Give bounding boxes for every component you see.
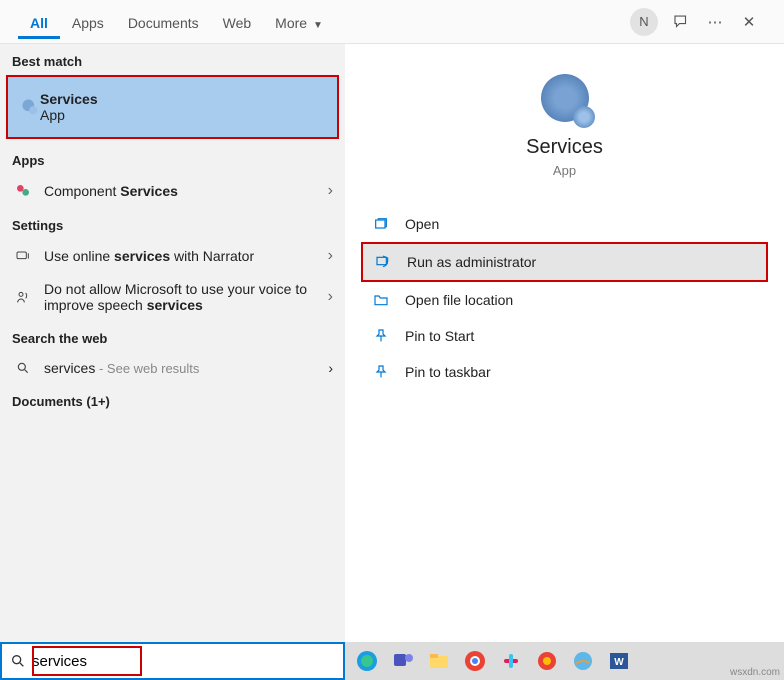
taskbar: W (345, 642, 784, 680)
group-apps: Apps (0, 143, 345, 174)
action-pin-taskbar[interactable]: Pin to taskbar (361, 354, 768, 390)
taskbar-chrome-icon[interactable] (459, 645, 491, 677)
open-icon (369, 216, 393, 232)
action-run-as-admin[interactable]: Run as administrator (361, 242, 768, 282)
narrator-icon (12, 248, 34, 264)
result-narrator-services[interactable]: Use online services with Narrator › (0, 239, 345, 273)
top-tabs: All Apps Documents Web More ▼ N ⋯ ✕ (0, 0, 784, 44)
admin-icon (371, 254, 395, 270)
result-speech-services[interactable]: Do not allow Microsoft to use your voice… (0, 273, 345, 321)
speech-icon (12, 289, 34, 305)
best-match-result[interactable]: Services App (6, 75, 339, 139)
taskbar-app-icon[interactable] (531, 645, 563, 677)
more-options-icon[interactable]: ⋯ (698, 5, 732, 39)
group-documents: Documents (1+) (0, 384, 345, 415)
tab-all[interactable]: All (18, 5, 60, 39)
gear-icon (20, 97, 40, 117)
chevron-right-icon: › (328, 288, 333, 306)
taskbar-edge-icon[interactable] (351, 645, 383, 677)
taskbar-word-icon[interactable]: W (603, 645, 635, 677)
svg-text:W: W (614, 657, 624, 668)
best-match-sub: App (40, 107, 98, 123)
results-panel: Best match Services App Apps Component S… (0, 44, 345, 642)
detail-panel: Services App Open Run as administrator O… (345, 44, 784, 642)
action-open[interactable]: Open (361, 206, 768, 242)
search-icon (10, 653, 26, 669)
taskbar-explorer-icon[interactable] (423, 645, 455, 677)
tab-apps[interactable]: Apps (60, 5, 116, 39)
chevron-right-icon: › (328, 247, 333, 265)
action-pin-start[interactable]: Pin to Start (361, 318, 768, 354)
detail-app-icon (345, 74, 784, 122)
tab-more[interactable]: More ▼ (263, 5, 335, 39)
search-icon (12, 361, 34, 375)
tab-documents[interactable]: Documents (116, 5, 211, 39)
detail-title: Services (345, 136, 784, 159)
result-component-services[interactable]: Component Services › (0, 174, 345, 208)
user-avatar[interactable]: N (630, 8, 658, 36)
group-settings: Settings (0, 208, 345, 239)
chevron-right-icon: › (328, 182, 333, 200)
group-best-match: Best match (0, 44, 345, 75)
component-icon (12, 183, 34, 199)
taskbar-teams-icon[interactable] (387, 645, 419, 677)
pin-icon (369, 328, 393, 344)
detail-sub: App (345, 163, 784, 178)
action-open-file-location[interactable]: Open file location (361, 282, 768, 318)
taskbar-app-icon[interactable] (567, 645, 599, 677)
search-bar[interactable] (0, 642, 345, 680)
search-input[interactable] (32, 653, 335, 670)
chevron-right-icon: › (328, 360, 333, 376)
group-search-web: Search the web (0, 321, 345, 352)
result-web-search[interactable]: services - See web results › (0, 352, 345, 384)
tab-web[interactable]: Web (211, 5, 264, 39)
feedback-icon[interactable] (664, 5, 698, 39)
pin-icon (369, 364, 393, 380)
close-icon[interactable]: ✕ (732, 5, 766, 39)
folder-icon (369, 292, 393, 308)
taskbar-slack-icon[interactable] (495, 645, 527, 677)
best-match-title: Services (40, 91, 98, 107)
watermark: wsxdn.com (730, 667, 780, 678)
